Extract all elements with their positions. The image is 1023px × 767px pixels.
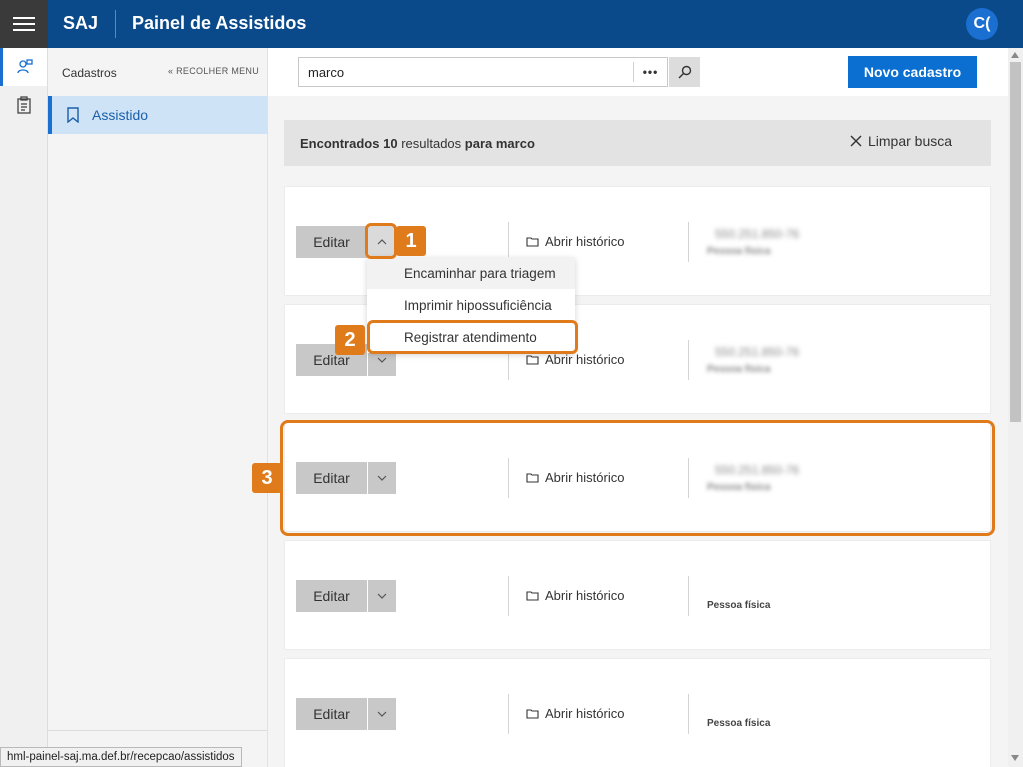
- result-card: Editar Abrir histórico 550.251.850-76 Pe…: [284, 422, 991, 532]
- results-middle: resultados: [401, 136, 462, 151]
- side-menu-title: Cadastros: [62, 66, 117, 80]
- open-history-button[interactable]: Abrir histórico: [526, 234, 624, 249]
- divider: [508, 458, 509, 498]
- results-summary-bar: Encontrados 10 resultados para marco Lim…: [284, 120, 991, 166]
- edit-button[interactable]: Editar: [296, 580, 367, 612]
- divider: [508, 576, 509, 616]
- clear-search-label: Limpar busca: [868, 133, 953, 149]
- search-icon: [678, 65, 691, 79]
- search-box: •••: [298, 57, 700, 87]
- icon-rail: [0, 48, 48, 767]
- folder-icon: [526, 709, 539, 719]
- step-badge-3: 3: [252, 463, 282, 493]
- chevron-down-icon: [377, 593, 387, 599]
- scroll-up-arrow-icon[interactable]: [1011, 52, 1019, 58]
- divider: [688, 340, 689, 380]
- person-type: Pessoa física: [707, 482, 771, 493]
- person-type: Pessoa física: [707, 718, 771, 729]
- hamburger-menu-icon[interactable]: [0, 0, 48, 48]
- cpf-value: 550.251.850-76: [715, 345, 800, 359]
- search-toolbar: ••• Novo cadastro: [268, 48, 1008, 96]
- search-button[interactable]: [669, 57, 700, 87]
- open-history-button[interactable]: Abrir histórico: [526, 470, 624, 485]
- page-title: Painel de Assistidos: [132, 13, 307, 33]
- chevron-down-icon: [377, 357, 387, 363]
- actions-dropdown-button[interactable]: [368, 462, 396, 494]
- edit-button[interactable]: Editar: [296, 462, 367, 494]
- chevron-down-icon: [377, 475, 387, 481]
- result-card: Editar Abrir histórico Pessoa física: [284, 540, 991, 650]
- step-badge-1: 1: [396, 226, 426, 256]
- status-url-tooltip: hml-painel-saj.ma.def.br/recepcao/assist…: [0, 747, 242, 767]
- open-history-label: Abrir histórico: [545, 352, 625, 367]
- actions-dropdown-button[interactable]: [368, 580, 396, 612]
- menu-item-print-hyposufficiency[interactable]: Imprimir hipossuficiência: [367, 289, 575, 321]
- new-register-button[interactable]: Novo cadastro: [848, 56, 977, 88]
- person-type: Pessoa física: [707, 364, 771, 375]
- divider: [688, 458, 689, 498]
- collapse-menu-label: RECOLHER MENU: [176, 66, 260, 76]
- results-query: para marco: [464, 136, 535, 151]
- user-search-icon[interactable]: [0, 48, 47, 86]
- actions-dropdown-menu: Encaminhar para triagem Imprimir hipossu…: [367, 257, 575, 353]
- divider: [508, 694, 509, 734]
- folder-icon: [526, 473, 539, 483]
- divider: [508, 222, 509, 262]
- divider: [688, 222, 689, 262]
- results-prefix: Encontrados: [300, 136, 380, 151]
- open-history-button[interactable]: Abrir histórico: [526, 588, 624, 603]
- side-menu-divider: [48, 730, 268, 731]
- open-history-button[interactable]: Abrir histórico: [526, 352, 624, 367]
- folder-icon: [526, 237, 539, 247]
- person-type: Pessoa física: [707, 600, 771, 611]
- scroll-down-arrow-icon[interactable]: [1011, 755, 1019, 761]
- edit-button[interactable]: Editar: [296, 698, 367, 730]
- close-icon: [850, 135, 862, 147]
- side-menu: Cadastros « RECOLHER MENU Assistido: [48, 48, 268, 767]
- cpf-value: 550.251.850-76: [715, 227, 800, 241]
- sidebar-item-assistido[interactable]: Assistido: [48, 96, 268, 134]
- menu-item-forward-triage[interactable]: Encaminhar para triagem: [367, 257, 575, 289]
- chevron-down-icon: [377, 711, 387, 717]
- results-count: 10: [383, 136, 398, 151]
- folder-icon: [526, 355, 539, 365]
- clear-search-button[interactable]: Limpar busca: [850, 133, 952, 149]
- step-badge-2: 2: [335, 325, 365, 355]
- brand-logo: SAJ: [63, 13, 99, 33]
- folder-icon: [526, 591, 539, 601]
- brand-divider: [115, 10, 116, 38]
- edit-button[interactable]: Editar: [296, 226, 367, 258]
- more-options-button[interactable]: •••: [633, 62, 667, 82]
- result-card: Editar Abrir histórico Pessoa física: [284, 658, 991, 767]
- collapse-menu-button[interactable]: « RECOLHER MENU: [168, 66, 259, 76]
- scrollbar-thumb[interactable]: [1010, 62, 1021, 422]
- divider: [688, 576, 689, 616]
- person-type: Pessoa física: [707, 246, 771, 257]
- double-chevron-left-icon: «: [168, 66, 174, 76]
- top-bar: SAJ Painel de Assistidos C(: [0, 0, 1023, 48]
- menu-item-register-attendance[interactable]: Registrar atendimento: [367, 321, 575, 353]
- actions-dropdown-button[interactable]: [368, 698, 396, 730]
- open-history-label: Abrir histórico: [545, 470, 625, 485]
- user-avatar[interactable]: C(: [966, 8, 998, 40]
- open-history-button[interactable]: Abrir histórico: [526, 706, 624, 721]
- clipboard-icon[interactable]: [0, 86, 47, 124]
- bookmark-book-icon: [66, 107, 80, 123]
- chevron-up-icon: [377, 239, 387, 245]
- open-history-label: Abrir histórico: [545, 588, 625, 603]
- search-input[interactable]: [299, 58, 633, 86]
- sidebar-item-label: Assistido: [92, 107, 149, 123]
- open-history-label: Abrir histórico: [545, 706, 625, 721]
- cpf-value: 550.251.850-76: [715, 463, 800, 477]
- actions-dropdown-button[interactable]: [368, 226, 396, 258]
- open-history-label: Abrir histórico: [545, 234, 625, 249]
- results-summary: Encontrados 10 resultados para marco: [300, 136, 535, 151]
- divider: [688, 694, 689, 734]
